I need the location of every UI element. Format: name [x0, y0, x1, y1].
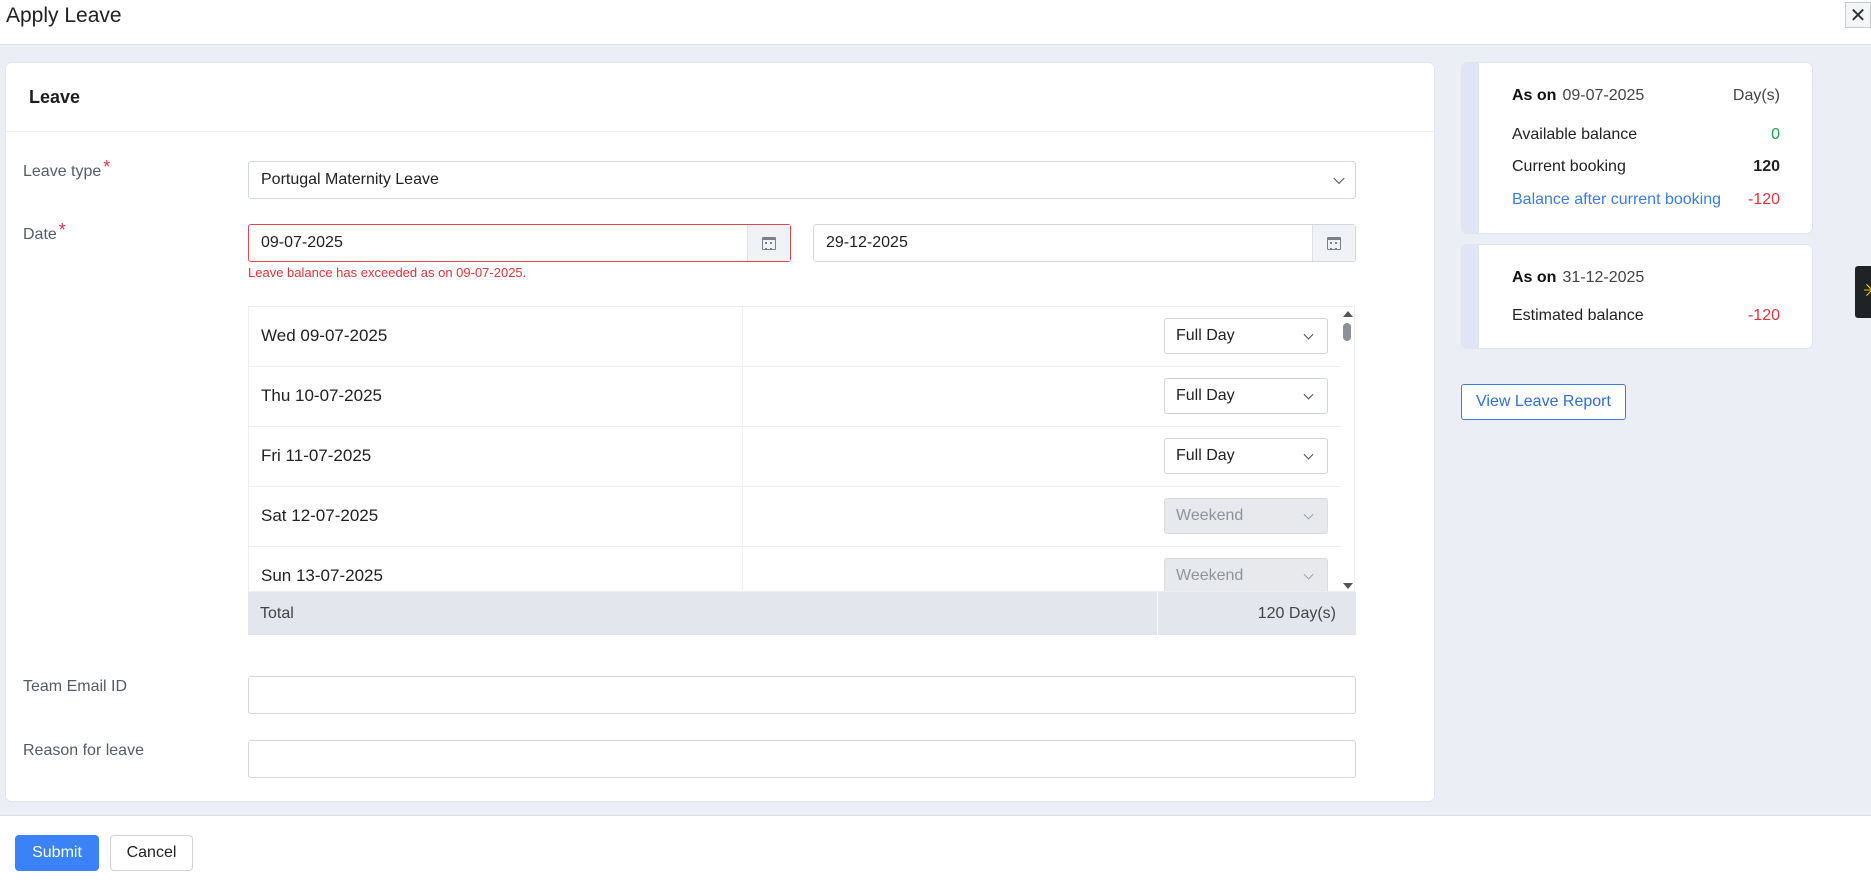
estimated-balance-label: Estimated balance [1512, 307, 1644, 324]
date-label: Date * [23, 220, 66, 243]
day-type-value: Weekend [1176, 507, 1244, 524]
balance-after-booking-row: Balance after current booking -120 [1512, 191, 1780, 209]
total-row: Total 120 Day(s) [248, 592, 1356, 635]
as-on-label: As on [1512, 269, 1557, 286]
view-leave-report-button[interactable]: View Leave Report [1461, 384, 1626, 420]
balance-after-booking-value: -120 [1747, 191, 1780, 208]
current-booking-row: Current booking 120 [1512, 158, 1780, 176]
as-on-date: 09-07-2025 [1562, 87, 1645, 104]
calendar-icon [762, 236, 776, 250]
as-on-row: As on 31-12-2025 [1512, 269, 1780, 287]
day-type-value: Full Day [1176, 387, 1235, 404]
leave-type-select[interactable]: Portugal Maternity Leave [248, 161, 1356, 199]
balance-after-booking-link[interactable]: Balance after current booking [1512, 191, 1721, 208]
day-breakdown-table[interactable]: Wed 09-07-2025 Full Day Thu 10-07-2025 F… [248, 306, 1355, 592]
chevron-down-icon [1303, 569, 1314, 580]
modal-footer: Submit Cancel [0, 815, 1871, 882]
total-label: Total [260, 605, 294, 622]
date-error-message: Leave balance has exceeded as on 09-07-2… [248, 265, 527, 280]
available-balance-row: Available balance 0 [1512, 126, 1780, 144]
available-balance-value: 0 [1771, 126, 1780, 143]
unit-label: Day(s) [1732, 87, 1780, 104]
day-type-select[interactable]: Full Day [1164, 378, 1328, 414]
day-type-value: Weekend [1176, 567, 1244, 584]
divider [6, 131, 1434, 132]
as-on-label: As on [1512, 87, 1557, 104]
estimated-balance-row: Estimated balance -120 [1512, 307, 1780, 325]
scroll-down-icon[interactable] [1343, 583, 1353, 589]
day-type-select[interactable]: Full Day [1164, 438, 1328, 474]
total-value: 120 Day(s) [1257, 605, 1336, 622]
to-date-field[interactable]: 29-12-2025 [813, 224, 1356, 262]
day-type-select: Weekend [1164, 498, 1328, 534]
day-date: Sat 12-07-2025 [261, 506, 379, 525]
day-date: Fri 11-07-2025 [261, 446, 372, 465]
day-type-select[interactable]: Full Day [1164, 318, 1328, 354]
team-email-label: Team Email ID [23, 678, 128, 695]
day-type-select: Weekend [1164, 558, 1328, 591]
day-row: Sun 13-07-2025 Weekend [249, 547, 1341, 591]
day-date: Sun 13-07-2025 [261, 566, 383, 585]
team-email-field[interactable] [248, 676, 1356, 714]
leave-type-value: Portugal Maternity Leave [261, 171, 439, 188]
reason-field[interactable] [248, 740, 1356, 778]
day-type-value: Full Day [1176, 327, 1235, 344]
close-button[interactable]: ✕ [1845, 2, 1871, 28]
table-scrollbar[interactable] [1340, 307, 1354, 591]
section-title: Leave [29, 87, 81, 107]
close-icon: ✕ [1849, 4, 1867, 27]
day-row: Fri 11-07-2025 Full Day [249, 427, 1341, 487]
required-mark: * [103, 157, 111, 177]
scroll-thumb[interactable] [1343, 323, 1351, 341]
day-row: Sat 12-07-2025 Weekend [249, 487, 1341, 547]
available-balance-label: Available balance [1512, 126, 1638, 143]
from-calendar-button[interactable] [747, 225, 790, 261]
from-date-field[interactable]: 09-07-2025 [248, 224, 791, 262]
cancel-button[interactable]: Cancel [110, 835, 193, 871]
required-mark: * [58, 220, 66, 240]
as-on-date: 31-12-2025 [1562, 269, 1645, 286]
balance-card-estimated: As on 31-12-2025 Estimated balance -120 [1461, 244, 1813, 349]
chevron-down-icon [1333, 172, 1345, 185]
day-row: Wed 09-07-2025 Full Day [249, 307, 1341, 367]
leave-type-label: Leave type * [23, 157, 111, 180]
day-date: Wed 09-07-2025 [261, 326, 388, 345]
chevron-down-icon [1303, 389, 1314, 400]
balance-card-current: As on 09-07-2025 Day(s) Available balance… [1461, 62, 1813, 234]
from-date-value: 09-07-2025 [261, 234, 343, 251]
day-type-value: Full Day [1176, 447, 1235, 464]
estimated-balance-value: -120 [1747, 307, 1780, 324]
current-booking-value: 120 [1753, 158, 1780, 175]
chevron-down-icon [1303, 329, 1314, 340]
scroll-up-icon[interactable] [1343, 311, 1353, 317]
chevron-down-icon [1303, 449, 1314, 460]
reason-label: Reason for leave [23, 742, 144, 759]
calendar-icon [1327, 236, 1341, 250]
side-widget-tab[interactable]: ✳ [1855, 266, 1871, 318]
submit-button[interactable]: Submit [15, 835, 99, 871]
modal-header: Apply Leave ✕ [0, 0, 1871, 45]
page-title: Apply Leave [6, 4, 122, 27]
as-on-row: As on 09-07-2025 Day(s) [1512, 87, 1780, 105]
day-row: Thu 10-07-2025 Full Day [249, 367, 1341, 427]
to-calendar-button[interactable] [1312, 225, 1355, 261]
day-date: Thu 10-07-2025 [261, 386, 382, 405]
current-booking-label: Current booking [1512, 158, 1626, 175]
chevron-down-icon [1303, 509, 1314, 520]
to-date-value: 29-12-2025 [826, 234, 908, 251]
sparkle-icon: ✳ [1863, 280, 1871, 302]
